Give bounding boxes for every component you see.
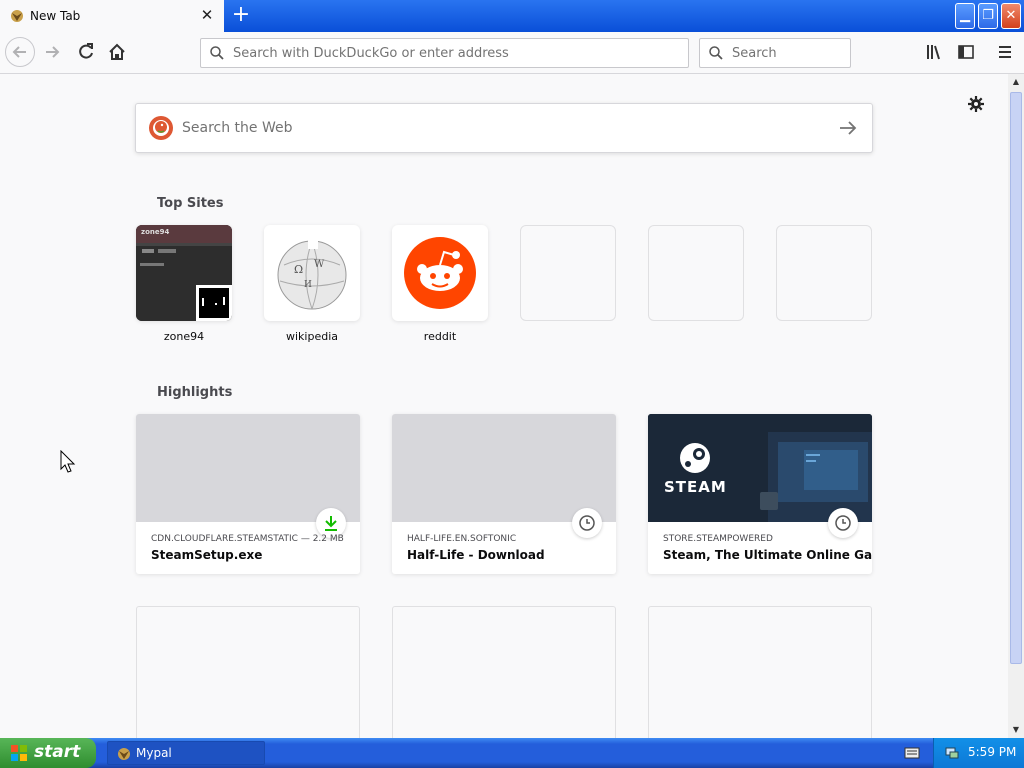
- scroll-thumb[interactable]: [1010, 92, 1022, 664]
- start-label: start: [34, 742, 81, 762]
- close-window-button[interactable]: ✕: [1001, 3, 1021, 29]
- tab-new-tab[interactable]: New Tab ✕: [0, 0, 224, 32]
- highlight-card[interactable]: STEAM STORE.STEAMPOWERED Steam, The Ulti…: [648, 414, 872, 574]
- minimize-button[interactable]: ▁: [955, 3, 975, 29]
- arrow-right-icon[interactable]: [837, 117, 859, 139]
- duckduckgo-icon: [149, 116, 173, 140]
- highlight-thumbnail: [392, 414, 616, 522]
- nav-bar: Search with DuckDuckGo or enter address …: [0, 32, 1024, 74]
- keyboard-icon[interactable]: [904, 746, 920, 760]
- url-placeholder: Search with DuckDuckGo or enter address: [233, 46, 509, 61]
- svg-text:И: И: [304, 280, 312, 290]
- svg-text:W: W: [314, 259, 325, 270]
- home-button[interactable]: [103, 38, 131, 66]
- zone94-thumbnail: [136, 225, 232, 321]
- close-tab-icon[interactable]: ✕: [199, 7, 215, 23]
- highlight-title: Half-Life - Download: [407, 548, 545, 562]
- restore-button[interactable]: ❐: [978, 3, 998, 29]
- top-site-wikipedia[interactable]: Ω W И: [264, 225, 360, 321]
- clock: 5:59 PM: [968, 745, 1017, 759]
- top-site-reddit[interactable]: [392, 225, 488, 321]
- history-badge: [572, 508, 602, 538]
- sidebar-icon[interactable]: [956, 42, 976, 62]
- reddit-icon: [404, 237, 476, 309]
- mouse-cursor-icon: [60, 450, 76, 473]
- system-tray: 5:59 PM: [933, 738, 1024, 768]
- clock-icon: [835, 515, 851, 531]
- vertical-scrollbar[interactable]: ▲ ▼: [1008, 74, 1024, 738]
- top-site-empty-slot[interactable]: [776, 225, 872, 321]
- search-icon: [709, 46, 723, 60]
- mypal-icon: [118, 748, 130, 760]
- start-button[interactable]: start: [0, 738, 96, 768]
- forward-button[interactable]: [40, 38, 68, 66]
- back-button[interactable]: [5, 37, 35, 67]
- mypal-icon: [11, 10, 23, 22]
- web-search-placeholder: Search the Web: [182, 120, 293, 136]
- search-icon: [210, 46, 224, 60]
- highlight-source: CDN.CLOUDFLARE.STEAMSTATIC — 2.2 MB: [151, 534, 344, 544]
- menu-icon[interactable]: [995, 42, 1015, 62]
- highlight-source: STORE.STEAMPOWERED: [663, 534, 773, 544]
- highlight-title: Steam, The Ultimate Online Ga...: [663, 548, 872, 562]
- scroll-down-arrow[interactable]: ▼: [1008, 722, 1024, 738]
- top-site-label: wikipedia: [285, 330, 338, 343]
- top-site-empty-slot[interactable]: [648, 225, 744, 321]
- search-bar[interactable]: Search: [699, 38, 851, 68]
- top-sites-heading: Top Sites: [157, 196, 224, 211]
- top-site-label: zone94: [163, 330, 205, 343]
- highlight-source: HALF-LIFE.EN.SOFTONIC: [407, 534, 517, 544]
- clock-icon: [579, 515, 595, 531]
- highlight-title: SteamSetup.exe: [151, 548, 263, 562]
- library-icon[interactable]: [924, 42, 944, 62]
- wikipedia-globe-icon: Ω W И: [277, 239, 347, 310]
- taskbar: start Mypal 5:59 PM: [0, 738, 1024, 768]
- new-tab-button[interactable]: +: [230, 4, 252, 27]
- gear-icon[interactable]: [966, 94, 986, 114]
- top-site-empty-slot[interactable]: [520, 225, 616, 321]
- top-site-zone94[interactable]: zone94: [136, 225, 232, 321]
- windows-flag-icon: [11, 745, 27, 761]
- search-placeholder: Search: [732, 46, 777, 61]
- highlight-card[interactable]: CDN.CLOUDFLARE.STEAMSTATIC — 2.2 MB Stea…: [136, 414, 360, 574]
- reload-button[interactable]: [72, 38, 100, 66]
- highlight-empty-slot: [648, 606, 872, 738]
- tab-strip: New Tab ✕ + ▁ ❐ ✕: [0, 0, 1024, 32]
- scroll-up-arrow[interactable]: ▲: [1008, 74, 1024, 90]
- highlight-empty-slot: [136, 606, 360, 738]
- zone94-thumb-text: zone94: [141, 228, 170, 236]
- highlight-card[interactable]: HALF-LIFE.EN.SOFTONIC Half-Life - Downlo…: [392, 414, 616, 574]
- steam-logo-text: STEAM: [664, 478, 727, 496]
- steam-thumbnail: STEAM: [648, 414, 872, 522]
- highlight-thumbnail: [136, 414, 360, 522]
- taskbar-item-mypal[interactable]: Mypal: [107, 741, 265, 765]
- highlight-empty-slot: [392, 606, 616, 738]
- top-site-label: reddit: [423, 330, 457, 343]
- new-tab-page: Search the Web Top Sites zone94 zone94 Ω…: [0, 74, 1008, 738]
- taskbar-item-label: Mypal: [136, 746, 172, 760]
- network-icon[interactable]: [944, 745, 960, 761]
- highlights-heading: Highlights: [157, 385, 233, 400]
- history-badge: [828, 508, 858, 538]
- web-search-box[interactable]: Search the Web: [135, 103, 873, 153]
- tab-title: New Tab: [30, 9, 81, 23]
- svg-text:Ω: Ω: [294, 263, 303, 276]
- url-bar[interactable]: Search with DuckDuckGo or enter address: [200, 38, 689, 68]
